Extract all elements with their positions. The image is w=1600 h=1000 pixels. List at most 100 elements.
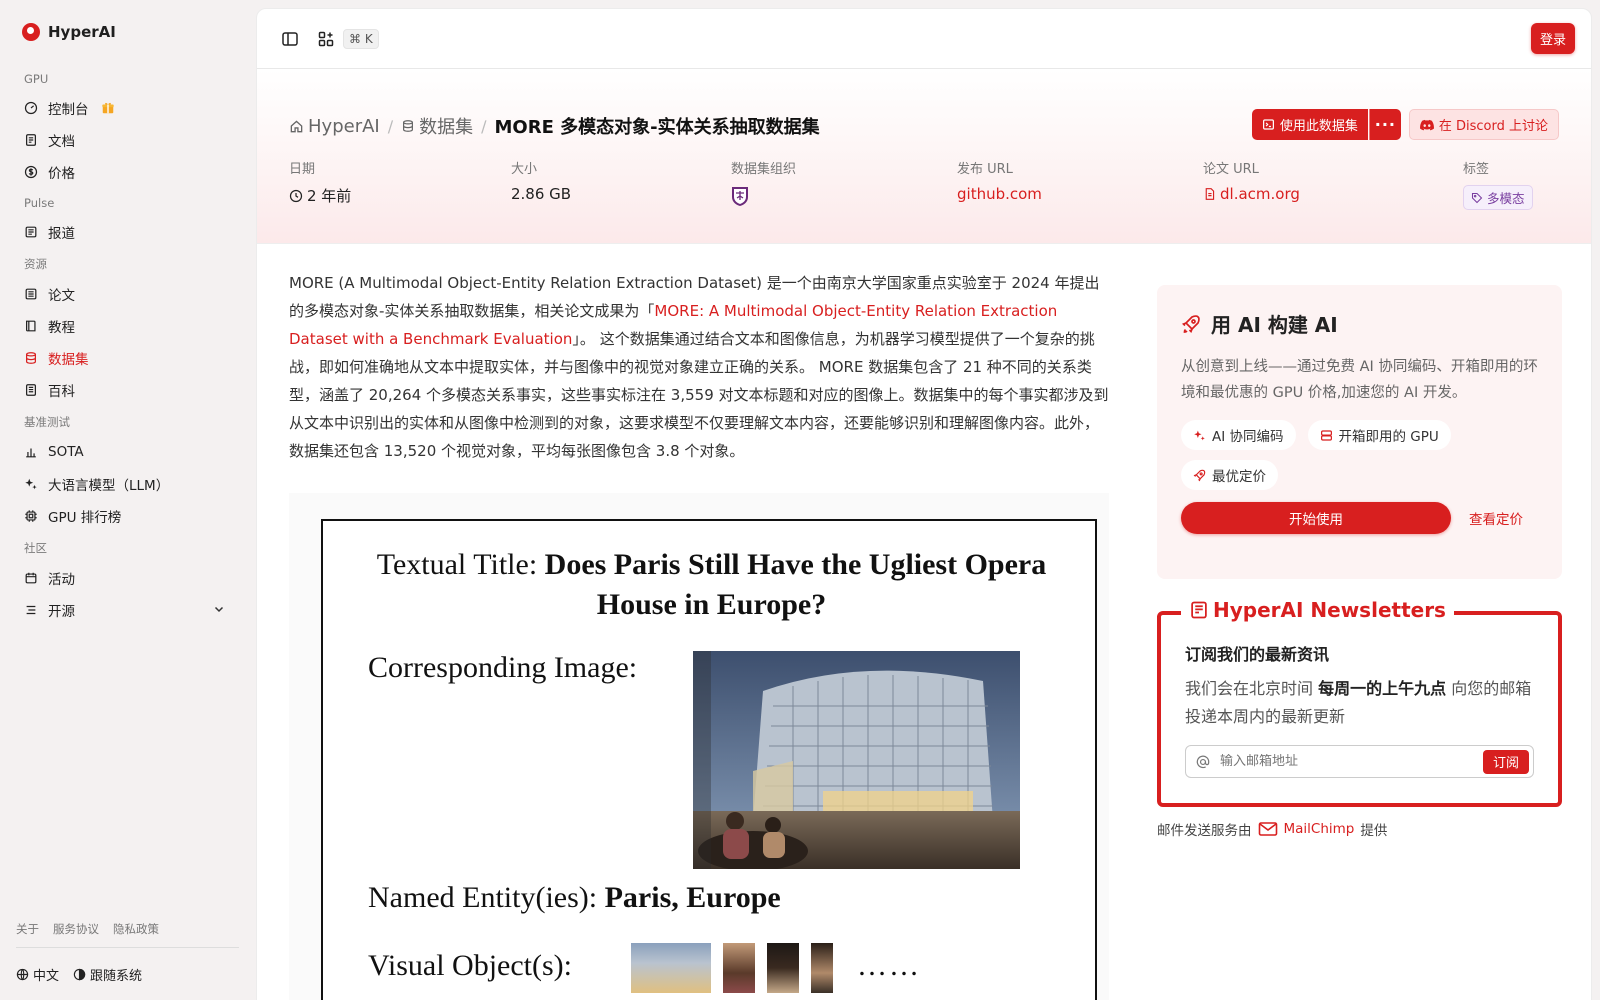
sidebar-toggle-icon[interactable] [279, 28, 301, 50]
mailchimp-note: 邮件发送服务由 MailChimp 提供 [1157, 819, 1387, 839]
dollar-icon [24, 165, 38, 179]
view-pricing-link[interactable]: 查看定价 [1469, 508, 1523, 528]
sidebar-item-tutorials[interactable]: 教程 [16, 310, 239, 342]
sidebar-item-pricing[interactable]: 价格 [16, 156, 239, 188]
theme-icon [73, 968, 86, 980]
footer-controls: 中文 跟随系统 [16, 948, 239, 1000]
sidebar-item-label: 价格 [48, 166, 75, 182]
sidebar-item-label: GPU 排行榜 [48, 510, 122, 526]
rocket-icon [1181, 314, 1200, 333]
figure-ne-values: Paris, Europe [604, 881, 781, 914]
object-thumbnail [631, 943, 711, 993]
sidebar-item-label: 百科 [48, 384, 75, 400]
theme-switcher[interactable]: 跟随系统 [73, 965, 142, 984]
list-icon [24, 603, 38, 617]
meta-size: 大小 2.86 GB [511, 158, 571, 203]
discord-button[interactable]: 在 Discord 上讨论 [1408, 109, 1559, 140]
sidebar-item-gpu-rank[interactable]: GPU 排行榜 [16, 500, 239, 532]
meta-date-value-row: 2 年前 [289, 185, 351, 206]
object-thumbnail [811, 943, 833, 993]
pill-pricing: 最优定价 [1181, 460, 1278, 490]
tag-chip[interactable]: 多模态 [1463, 185, 1533, 210]
brand[interactable]: HyperAI [16, 0, 239, 64]
university-seal-icon[interactable] [731, 185, 749, 207]
figure-more-objects: …… [857, 949, 921, 982]
gift-icon [101, 102, 114, 114]
email-input[interactable] [1220, 754, 1473, 769]
meta-date-value: 2 年前 [307, 187, 352, 205]
newsletter-legend-text: HyperAI Newsletters [1213, 598, 1446, 622]
sidebar-item-label: 报道 [48, 226, 75, 242]
login-button[interactable]: 登录 [1530, 23, 1575, 54]
meta-paper-label: 论文 URL [1203, 162, 1259, 177]
mail-note-suffix: 提供 [1360, 823, 1388, 839]
globe-icon [16, 968, 29, 980]
ai-card-actions: 开始使用 查看定价 [1181, 502, 1538, 534]
meta-release-link[interactable]: github.com [957, 185, 1042, 203]
more-options-button[interactable]: ··· [1368, 109, 1401, 140]
sidebar-item-label: 大语言模型（LLM） [48, 478, 170, 494]
sidebar-item-papers[interactable]: 论文 [16, 278, 239, 310]
nav-section-pulse: Pulse [24, 196, 55, 210]
sidebar-item-wiki[interactable]: 百科 [16, 374, 239, 406]
calendar-icon [24, 571, 38, 585]
get-started-button[interactable]: 开始使用 [1181, 502, 1451, 534]
database-icon [24, 351, 38, 365]
footer-link-about[interactable]: 关于 [16, 921, 39, 937]
use-dataset-button[interactable]: 使用此数据集 [1251, 109, 1368, 140]
footer-link-privacy[interactable]: 隐私政策 [113, 921, 159, 937]
document-icon [24, 133, 38, 147]
theme-label: 跟随系统 [90, 968, 143, 984]
hyperai-logo-icon [22, 23, 40, 41]
language-switcher[interactable]: 中文 [16, 965, 59, 984]
breadcrumb-separator: ∕ [481, 116, 487, 136]
meta-date-label: 日期 [289, 162, 316, 177]
topbar: ⌘ K 登录 [257, 9, 1591, 69]
sidebar-item-sota[interactable]: SOTA [16, 436, 239, 468]
opera-house-photo [693, 651, 1020, 869]
sidebar-item-datasets[interactable]: 数据集 [16, 342, 239, 374]
apps-icon[interactable] [315, 28, 337, 50]
figure-container: Textual Title: Does Paris Still Have the… [289, 493, 1109, 1000]
sidebar-item-label: 控制台 [48, 102, 89, 118]
mail-note-prefix: 邮件发送服务由 [1157, 823, 1252, 839]
cpu-icon [24, 509, 38, 523]
sidebar-item-reports[interactable]: 报道 [16, 216, 239, 248]
search-shortcut[interactable]: ⌘ K [343, 28, 379, 49]
ai-card-title: 用 AI 构建 AI [1181, 309, 1538, 338]
object-thumbnail [767, 943, 799, 993]
dataset-header: HyperAI ∕ 数据集 ∕ MORE 多模态对象-实体关系抽取数据集 使用此… [257, 69, 1591, 244]
sidebar-item-docs[interactable]: 文档 [16, 124, 239, 156]
meta-org: 数据集组织 [731, 158, 796, 207]
pill-ai-coding: AI 协同编码 [1181, 420, 1296, 450]
description-body: 」。 这个数据集通过结合文本和图像信息，为机器学习模型提供了一个复杂的挑战，即如… [289, 330, 1109, 460]
footer-link-terms[interactable]: 服务协议 [53, 921, 99, 937]
meta-paper: 论文 URL dl.acm.org [1203, 158, 1300, 203]
sidebar-footer: 关于 服务协议 隐私政策 中文 跟随系统 [16, 921, 239, 1000]
breadcrumb-separator: ∕ [387, 116, 394, 136]
figure-visual-objects-label: Visual Object(s): [368, 949, 572, 982]
sidebar-item-events[interactable]: 活动 [16, 562, 239, 594]
meta-date: 日期 2 年前 [289, 158, 351, 206]
wiki-icon [24, 383, 38, 397]
mailchimp-link[interactable]: MailChimp [1284, 821, 1355, 837]
sidebar-item-llm[interactable]: 大语言模型（LLM） [16, 468, 239, 500]
subscribe-button[interactable]: 订阅 [1482, 749, 1529, 774]
chevron-down-icon[interactable] [213, 603, 225, 615]
newsletter-body: 我们会在北京时间 每周一的上午九点 向您的邮箱投递本周内的最新更新 [1185, 675, 1534, 731]
sparkles-icon [24, 477, 38, 491]
tag-label: 多模态 [1487, 191, 1525, 206]
sidebar-item-console[interactable]: 控制台 [16, 92, 239, 124]
newsletter-heading: 订阅我们的最新资讯 [1185, 645, 1330, 664]
breadcrumb-datasets[interactable]: 数据集 [401, 113, 473, 139]
figure-title-text: Does Paris Still Have the Ugliest Opera … [544, 548, 1047, 621]
database-icon [403, 120, 414, 132]
more-dots-icon: ··· [1374, 115, 1396, 134]
sidebar-item-label: 活动 [48, 572, 75, 588]
meta-paper-link[interactable]: dl.acm.org [1203, 185, 1300, 203]
newsletter-body-start: 我们会在北京时间 [1185, 679, 1319, 698]
breadcrumb-home[interactable]: HyperAI [289, 116, 380, 137]
pill-gpu: 开箱即用的 GPU [1307, 420, 1451, 450]
sidebar-item-label: SOTA [48, 444, 84, 460]
sidebar-item-opensource[interactable]: 开源 [16, 594, 239, 626]
